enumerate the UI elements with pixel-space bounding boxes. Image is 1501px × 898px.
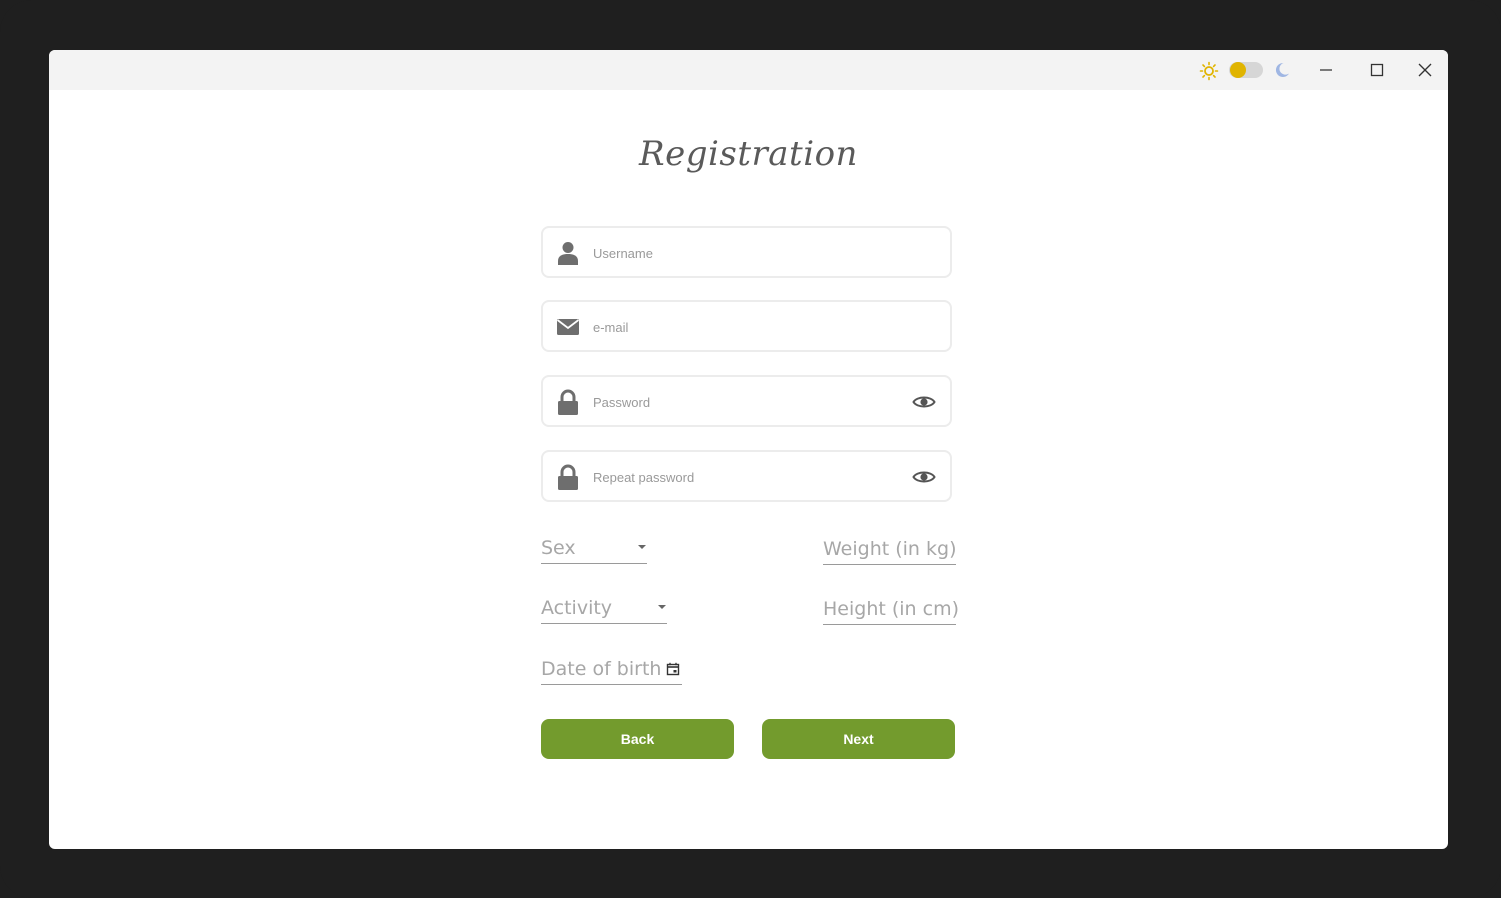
title-bar bbox=[49, 50, 1448, 90]
activity-label: Activity bbox=[541, 597, 613, 619]
password-field[interactable] bbox=[541, 375, 952, 427]
lock-icon bbox=[558, 464, 578, 490]
user-icon bbox=[558, 242, 578, 265]
back-button[interactable]: Back bbox=[541, 719, 734, 759]
height-label: Height (in cm) bbox=[823, 598, 959, 620]
theme-toggle[interactable] bbox=[1229, 62, 1263, 78]
envelope-icon bbox=[556, 319, 580, 335]
sun-icon bbox=[1199, 61, 1219, 81]
minimize-icon[interactable] bbox=[1316, 60, 1336, 80]
close-icon[interactable] bbox=[1415, 60, 1435, 80]
weight-label: Weight (in kg) bbox=[823, 538, 957, 560]
page-title: Registration bbox=[639, 134, 858, 174]
username-field[interactable] bbox=[541, 226, 952, 278]
height-input[interactable]: Height (in cm) bbox=[823, 594, 959, 625]
moon-icon bbox=[1275, 62, 1289, 77]
chevron-down-icon bbox=[638, 545, 646, 549]
theme-toggle-knob bbox=[1230, 62, 1246, 78]
sex-label: Sex bbox=[541, 537, 576, 559]
calendar-icon[interactable] bbox=[666, 662, 680, 676]
date-of-birth-input[interactable]: Date of birth bbox=[541, 654, 682, 685]
repeat-password-input[interactable] bbox=[591, 462, 895, 492]
repeat-password-field[interactable] bbox=[541, 450, 952, 502]
sex-select[interactable]: Sex bbox=[541, 533, 647, 564]
activity-select[interactable]: Activity bbox=[541, 593, 667, 624]
username-input[interactable] bbox=[591, 238, 895, 268]
lock-icon bbox=[558, 389, 578, 415]
email-input[interactable] bbox=[591, 312, 895, 342]
chevron-down-icon bbox=[658, 605, 666, 609]
app-window: Registration Username e-mail Sex Weight … bbox=[49, 50, 1448, 849]
weight-input[interactable]: Weight (in kg) bbox=[823, 534, 956, 565]
device-frame: Registration Username e-mail Sex Weight … bbox=[0, 0, 1501, 898]
email-field[interactable] bbox=[541, 300, 952, 352]
maximize-icon[interactable] bbox=[1367, 60, 1387, 80]
date-of-birth-label: Date of birth bbox=[541, 658, 662, 680]
eye-icon[interactable] bbox=[912, 392, 936, 412]
next-button[interactable]: Next bbox=[762, 719, 955, 759]
eye-icon[interactable] bbox=[912, 467, 936, 487]
password-input[interactable] bbox=[591, 387, 895, 417]
